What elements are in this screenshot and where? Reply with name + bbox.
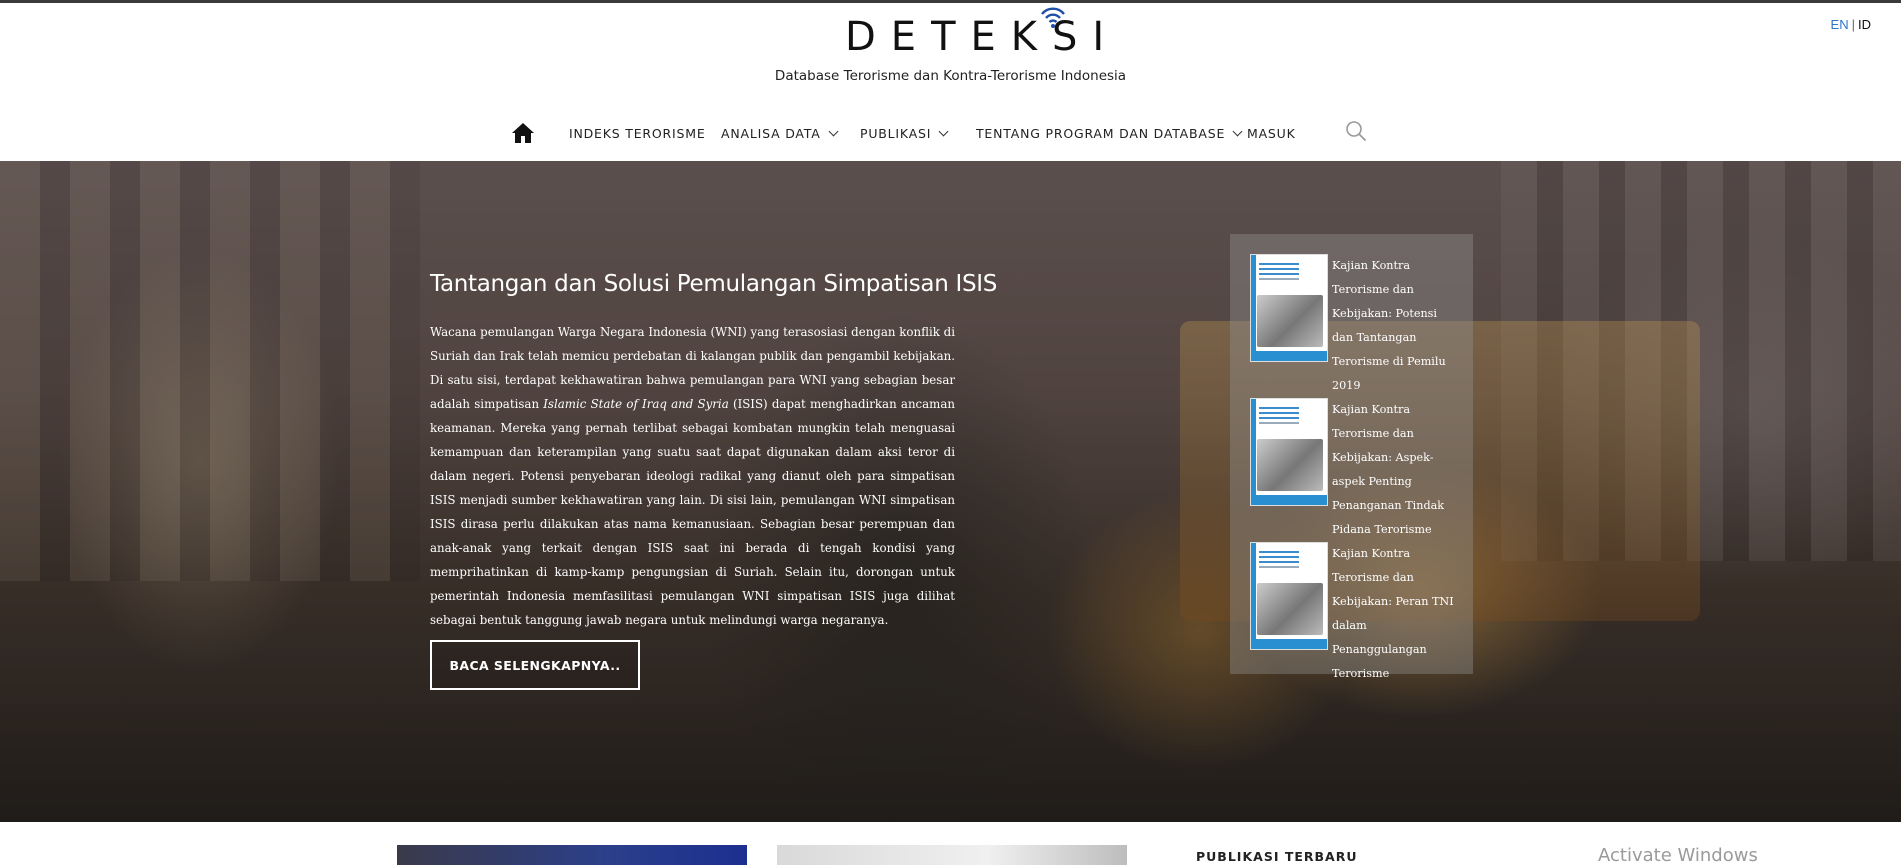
publication-cover bbox=[1250, 254, 1328, 362]
nav-label: ANALISA DATA bbox=[721, 126, 821, 141]
nav-tentang-program[interactable]: TENTANG PROGRAM DAN DATABASE bbox=[976, 126, 1243, 141]
nav-label: INDEKS TERORISME bbox=[569, 126, 706, 141]
hero-title: Tantangan dan Solusi Pemulangan Simpatis… bbox=[430, 271, 998, 297]
site-logo[interactable]: DETEKSI bbox=[845, 14, 1119, 60]
publication-title[interactable]: Kajian Kontra Terorisme dan Kebijakan: P… bbox=[1332, 542, 1460, 686]
hero-body-italic: Islamic State of Iraq and Syria bbox=[543, 397, 729, 411]
hero-body-text-2: (ISIS) dapat menghadirkan ancaman keaman… bbox=[430, 397, 955, 627]
latest-publications-heading: PUBLIKASI TERBARU bbox=[1196, 849, 1358, 864]
publication-title[interactable]: Kajian Kontra Terorisme dan Kebijakan: A… bbox=[1332, 398, 1460, 542]
nav-analisa-data[interactable]: ANALISA DATA bbox=[721, 126, 839, 141]
nav-label: TENTANG PROGRAM DAN DATABASE bbox=[976, 126, 1226, 141]
hero-banner: Tantangan dan Solusi Pemulangan Simpatis… bbox=[0, 161, 1901, 822]
chevron-down-icon bbox=[1232, 126, 1243, 137]
article-thumbnail[interactable] bbox=[397, 845, 747, 865]
lang-separator: | bbox=[1851, 17, 1855, 32]
nav-indeks-terorisme[interactable]: INDEKS TERORISME bbox=[569, 126, 706, 141]
site-tagline: Database Terorisme dan Kontra-Terorisme … bbox=[774, 68, 1127, 84]
publication-item[interactable]: Kajian Kontra Terorisme dan Kebijakan: P… bbox=[1250, 542, 1465, 680]
language-switcher: EN | ID bbox=[1831, 17, 1871, 32]
nav-masuk[interactable]: MASUK bbox=[1247, 126, 1296, 141]
lang-en-link[interactable]: EN bbox=[1831, 17, 1849, 32]
home-icon[interactable] bbox=[511, 122, 535, 144]
nav-label: PUBLIKASI bbox=[860, 126, 932, 141]
publication-item[interactable]: Kajian Kontra Terorisme dan Kebijakan: P… bbox=[1250, 254, 1465, 392]
publication-item[interactable]: Kajian Kontra Terorisme dan Kebijakan: A… bbox=[1250, 398, 1465, 536]
nav-label: MASUK bbox=[1247, 126, 1296, 141]
top-border bbox=[0, 0, 1901, 3]
hero-body: Wacana pemulangan Warga Negara Indonesia… bbox=[430, 320, 955, 632]
chevron-down-icon bbox=[828, 126, 839, 137]
search-icon[interactable] bbox=[1345, 120, 1367, 142]
publication-cover bbox=[1250, 398, 1328, 506]
chevron-down-icon bbox=[938, 126, 949, 137]
publication-title[interactable]: Kajian Kontra Terorisme dan Kebijakan: P… bbox=[1332, 254, 1460, 398]
publication-cover bbox=[1250, 542, 1328, 650]
article-thumbnail[interactable] bbox=[777, 845, 1127, 865]
activate-windows-watermark: Activate Windows bbox=[1598, 845, 1758, 865]
wifi-signal-icon bbox=[1041, 7, 1065, 28]
read-more-button[interactable]: BACA SELENGKAPNYA.. bbox=[430, 640, 640, 690]
publication-sidebar: Kajian Kontra Terorisme dan Kebijakan: P… bbox=[1230, 234, 1473, 680]
main-navigation: INDEKS TERORISME ANALISA DATA PUBLIKASI … bbox=[0, 120, 1901, 150]
nav-publikasi[interactable]: PUBLIKASI bbox=[860, 126, 949, 141]
lang-id-link[interactable]: ID bbox=[1858, 17, 1871, 32]
